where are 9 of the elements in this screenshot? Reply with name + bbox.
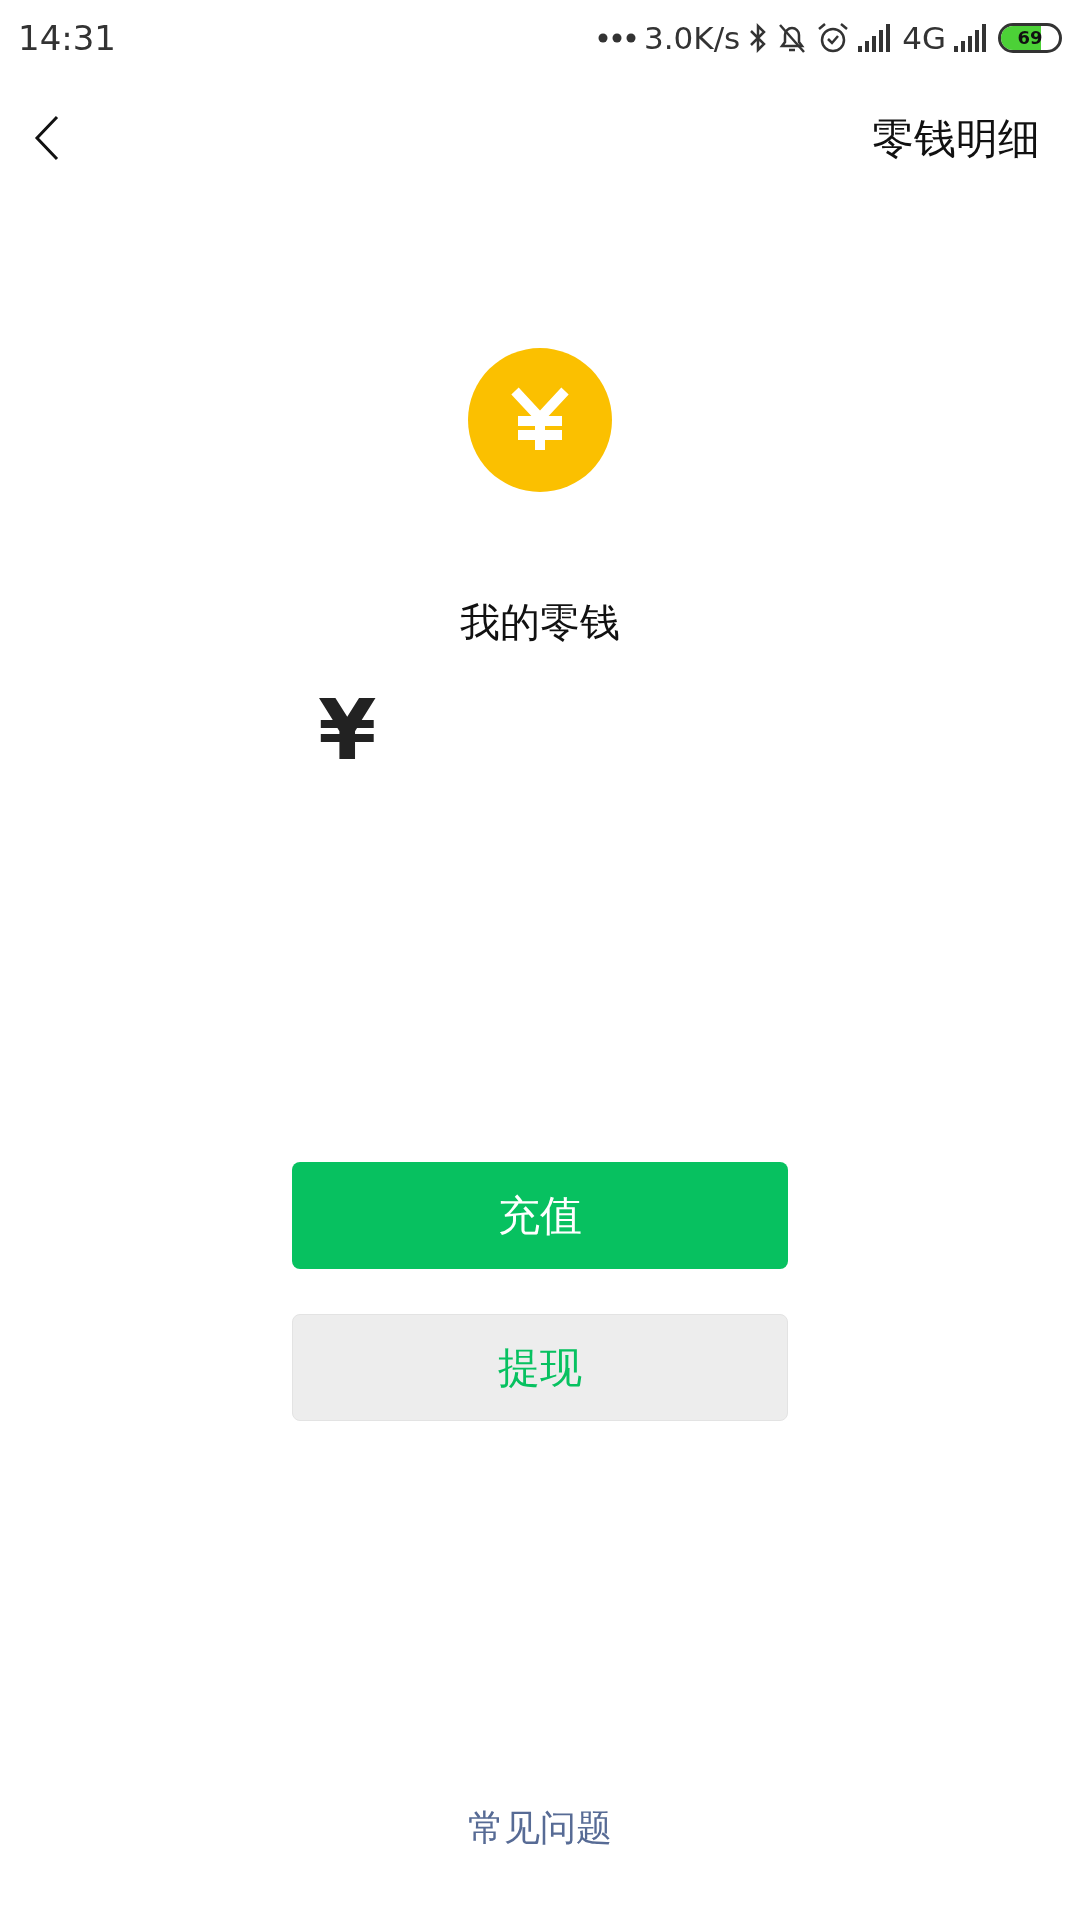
network-speed: 3.0K/s xyxy=(644,18,741,58)
back-icon[interactable] xyxy=(34,115,60,161)
details-link[interactable]: 零钱明细 xyxy=(872,106,1040,170)
balance-label: 我的零钱 xyxy=(460,598,620,647)
dots-icon xyxy=(598,33,636,43)
status-time: 14:31 xyxy=(18,16,116,60)
faq-link[interactable]: 常见问题 xyxy=(468,1801,612,1855)
network-type: 4G xyxy=(902,18,946,58)
currency-symbol: ¥ xyxy=(318,688,377,772)
